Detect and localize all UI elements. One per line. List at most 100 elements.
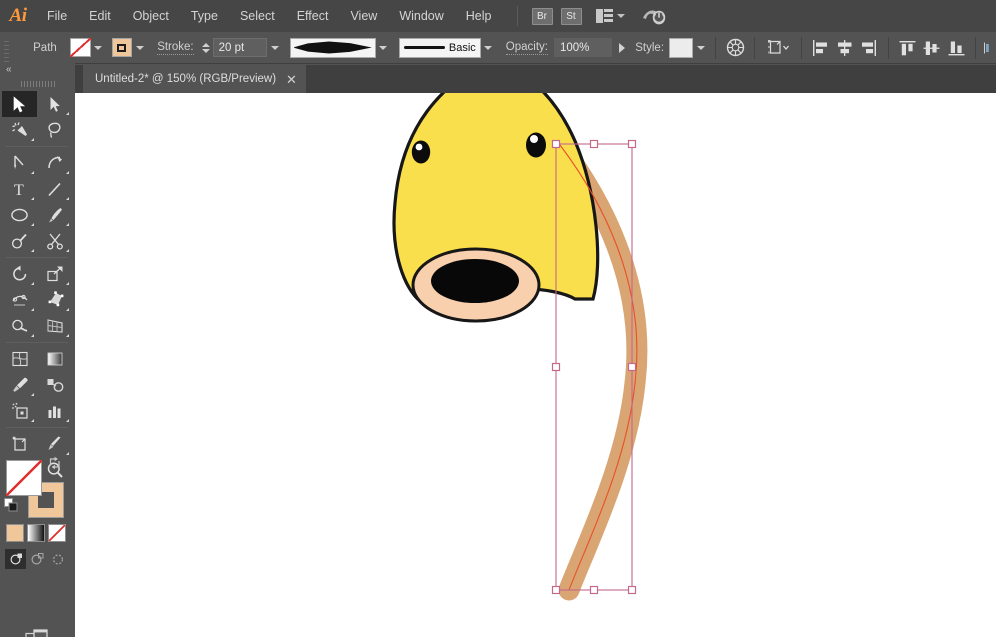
menu-effect[interactable]: Effect (286, 0, 340, 32)
curvature-tool[interactable] (37, 150, 72, 176)
slice-tool[interactable] (37, 431, 72, 457)
menu-window[interactable]: Window (388, 0, 454, 32)
transform-shape-icon[interactable] (762, 36, 794, 60)
scale-tool[interactable] (37, 261, 72, 287)
paintbrush-tool[interactable] (37, 202, 72, 228)
control-bar: Path Stroke: 20 pt Basic Opacity: 100% S… (0, 32, 996, 64)
recolor-artwork-icon[interactable] (723, 36, 747, 60)
gradient-tool[interactable] (37, 346, 72, 372)
stroke-weight-label: Stroke: (157, 41, 193, 55)
close-icon[interactable]: ✕ (286, 73, 297, 86)
fill-dropdown-arrow[interactable] (91, 38, 106, 57)
artboard-tool[interactable] (2, 431, 37, 457)
stroke-color-swatch[interactable] (112, 38, 133, 57)
draw-behind-button[interactable] (26, 549, 47, 569)
apply-none-button[interactable] (48, 524, 66, 542)
line-segment-tool[interactable] (37, 176, 72, 202)
free-transform-tool[interactable] (37, 287, 72, 313)
menu-type[interactable]: Type (180, 0, 229, 32)
menu-edit[interactable]: Edit (78, 0, 122, 32)
mouth-inner (431, 259, 519, 303)
distribute-icon[interactable] (983, 36, 996, 60)
graphic-style-swatch[interactable] (669, 38, 693, 58)
apply-color-button[interactable] (6, 524, 24, 542)
menu-object[interactable]: Object (122, 0, 180, 32)
svg-text:T: T (14, 182, 24, 198)
menu-help[interactable]: Help (455, 0, 503, 32)
align-right-icon[interactable] (857, 36, 881, 60)
artboard-canvas[interactable] (75, 93, 996, 637)
duck-head-illustration[interactable] (75, 93, 996, 637)
collapse-icon: « (6, 64, 11, 75)
brush-dropdown-arrow[interactable] (481, 38, 496, 57)
blend-tool[interactable] (37, 372, 72, 398)
apply-gradient-button[interactable] (27, 524, 45, 542)
symbol-sprayer-tool[interactable] (2, 398, 37, 424)
type-tool[interactable]: T (2, 176, 37, 202)
eyedropper-tool[interactable] (2, 372, 37, 398)
menu-select[interactable]: Select (229, 0, 286, 32)
scissors-tool[interactable] (37, 228, 72, 254)
tools-panel: « (0, 62, 75, 637)
document-tab[interactable]: Untitled-2* @ 150% (RGB/Preview) ✕ (83, 65, 306, 93)
tool-grid: T (2, 91, 72, 483)
draw-inside-button[interactable] (47, 549, 68, 569)
width-tool[interactable] (2, 287, 37, 313)
stock-button[interactable]: St (561, 8, 582, 25)
style-dropdown-arrow[interactable] (693, 38, 708, 57)
magic-wand-tool[interactable] (2, 117, 37, 143)
fill-color-swatch[interactable] (70, 38, 91, 57)
control-divider-1 (715, 37, 716, 59)
align-left-icon[interactable] (809, 36, 833, 60)
document-tab-bar: Untitled-2* @ 150% (RGB/Preview) ✕ (75, 65, 996, 93)
draw-normal-button[interactable] (5, 549, 26, 569)
control-bar-grip[interactable] (0, 32, 11, 64)
brush-stroke-preview-icon (404, 46, 445, 49)
change-screen-mode-button[interactable] (24, 627, 50, 637)
width-profile-dropdown-arrow[interactable] (376, 38, 391, 57)
stroke-weight-dropdown-arrow[interactable] (267, 38, 282, 57)
align-vertical-center-icon[interactable] (920, 36, 944, 60)
apply-color-row (6, 524, 68, 546)
swap-fill-stroke-icon[interactable] (48, 456, 62, 470)
align-bottom-icon[interactable] (944, 36, 968, 60)
fill-color-indicator[interactable] (6, 460, 42, 496)
default-fill-stroke-icon[interactable] (4, 498, 19, 513)
brush-name-label: Basic (449, 42, 476, 54)
brush-definition-preview[interactable]: Basic (399, 38, 481, 58)
direct-selection-tool[interactable] (37, 91, 72, 117)
control-divider-3 (801, 37, 802, 59)
shaper-tool[interactable] (2, 228, 37, 254)
tool-divider-4 (6, 427, 68, 428)
control-divider-4 (888, 37, 889, 59)
opacity-expand-arrow[interactable] (614, 38, 629, 57)
opacity-input[interactable]: 100% (554, 38, 612, 57)
lasso-tool[interactable] (37, 117, 72, 143)
ellipse-tool[interactable] (2, 202, 37, 228)
align-top-icon[interactable] (896, 36, 920, 60)
column-graph-tool[interactable] (37, 398, 72, 424)
stroke-dropdown-arrow[interactable] (132, 38, 147, 57)
width-profile-preview[interactable] (290, 38, 375, 58)
collapse-panel-button[interactable]: « (0, 62, 75, 77)
bridge-button[interactable]: Br (532, 8, 553, 25)
menu-view[interactable]: View (339, 0, 388, 32)
pen-tool[interactable] (2, 150, 37, 176)
drawing-modes-row (5, 549, 69, 571)
stroke-weight-input[interactable]: 20 pt (213, 38, 268, 57)
shape-builder-tool[interactable] (2, 313, 37, 339)
align-horizontal-center-icon[interactable] (833, 36, 857, 60)
mesh-tool[interactable] (2, 346, 37, 372)
arrange-documents-icon[interactable] (596, 9, 625, 23)
creative-cloud-icon[interactable] (641, 6, 667, 26)
selection-tool[interactable] (2, 91, 37, 117)
stroke-weight-stepper[interactable] (200, 38, 213, 57)
eye-left (412, 141, 430, 164)
eye-right-highlight (530, 135, 538, 143)
perspective-grid-tool[interactable] (37, 313, 72, 339)
rotate-tool[interactable] (2, 261, 37, 287)
opacity-label: Opacity: (506, 41, 548, 55)
tools-panel-grip[interactable] (0, 77, 75, 91)
menu-file[interactable]: File (36, 0, 78, 32)
document-tab-title: Untitled-2* @ 150% (RGB/Preview) (95, 73, 276, 85)
